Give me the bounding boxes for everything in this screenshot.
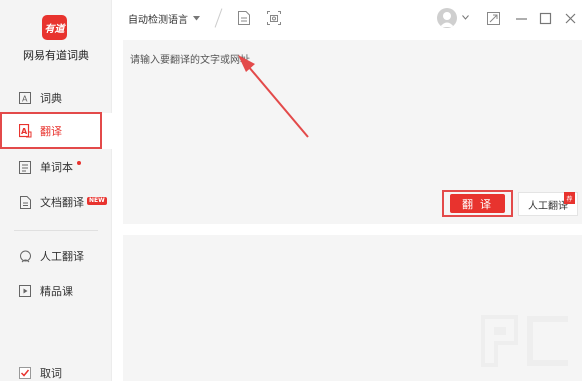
input-placeholder: 请输入要翻译的文字或网址 (130, 55, 250, 66)
toolbar-divider (214, 8, 223, 28)
translate-button[interactable]: 翻 译 (450, 194, 505, 213)
top-toolbar: 自动检测语言 (112, 0, 582, 38)
sidebar-item-label: 单词本 (40, 159, 81, 175)
notification-dot (77, 161, 81, 165)
course-icon (18, 284, 32, 298)
svg-text:A: A (22, 95, 28, 104)
wordbook-icon (18, 160, 32, 174)
recommend-badge: 荐 (564, 192, 575, 204)
chevron-down-icon (193, 16, 200, 21)
human-translation-icon (18, 249, 32, 263)
sidebar-item-wordbook[interactable]: 单词本 (0, 149, 112, 185)
language-label: 自动检测语言 (128, 15, 188, 26)
app-logo: 有道 (42, 15, 67, 40)
dictionary-icon: A (18, 91, 32, 105)
screenshot-icon[interactable] (267, 10, 281, 25)
sidebar-item-label: 取词 (40, 367, 62, 380)
sidebar-divider (14, 230, 98, 231)
avatar[interactable] (437, 8, 457, 28)
language-select[interactable]: 自动检测语言 (128, 11, 200, 26)
sidebar-item-course[interactable]: 精品课 (0, 273, 112, 309)
sidebar-item-human-translation[interactable]: 人工翻译 (0, 238, 112, 274)
sidebar-item-label: 词典 (40, 92, 62, 105)
sidebar-item-dictionary[interactable]: A 词典 (0, 80, 112, 116)
checkbox-icon[interactable] (18, 366, 32, 380)
mini-mode-icon[interactable] (487, 10, 501, 25)
sidebar-item-word-pick[interactable]: 取词 (0, 355, 112, 381)
sidebar-item-document[interactable]: 文档翻译 NEW (0, 184, 112, 220)
sidebar: 有道 网易有道词典 A 词典 A 翻译 单词本 文档翻译 NEW 人工翻译 精品… (0, 0, 112, 381)
minimize-icon[interactable] (515, 10, 529, 24)
source-text-input[interactable]: 请输入要翻译的文字或网址 (123, 40, 582, 224)
new-badge: NEW (87, 197, 107, 205)
sidebar-item-label: 文档翻译 NEW (40, 196, 107, 209)
sidebar-item-label: 人工翻译 (40, 250, 84, 263)
document-icon (18, 195, 32, 209)
app-name: 网易有道词典 (23, 49, 89, 62)
highlight-box-translate (0, 112, 102, 149)
account-chevron-icon[interactable] (462, 15, 469, 20)
maximize-icon[interactable] (539, 10, 553, 25)
document-save-icon[interactable] (238, 10, 252, 25)
watermark-logo (481, 315, 568, 367)
close-icon[interactable] (564, 10, 578, 24)
sidebar-item-label: 精品课 (40, 285, 73, 298)
